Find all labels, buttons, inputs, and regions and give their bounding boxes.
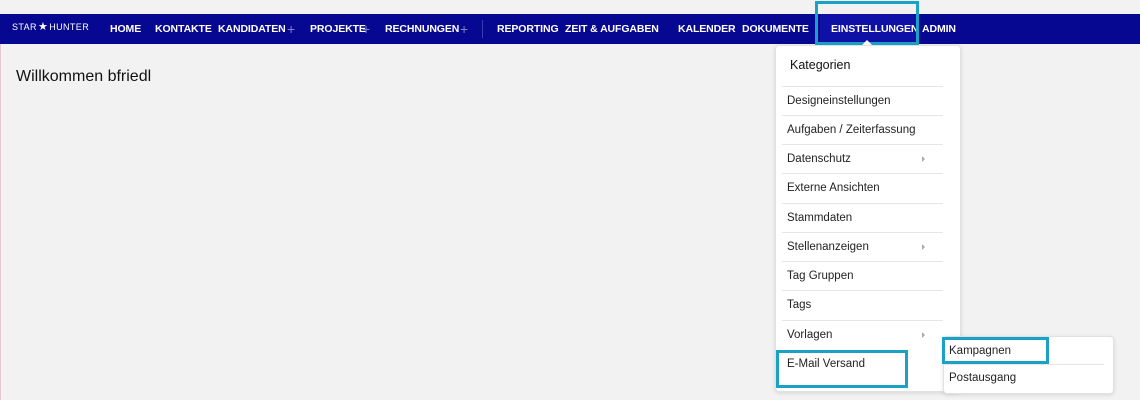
dropdown-header: Kategorien — [790, 58, 851, 72]
submenu-item-label: Postausgang — [949, 372, 1017, 384]
dropdown-item-label: Aufgaben / Zeiterfassung — [787, 124, 916, 136]
nav-home[interactable]: HOME — [110, 14, 141, 44]
rechnungen-plus-icon[interactable]: + — [460, 14, 468, 44]
nav-reporting[interactable]: REPORTING — [497, 14, 559, 44]
app-logo[interactable]: STAR ★ HUNTER — [12, 20, 90, 33]
submenu-item-postausgang[interactable]: Postausgang — [949, 365, 1016, 391]
dropdown-item-label: Designeinstellungen — [787, 95, 891, 107]
nav-einstellungen[interactable]: EINSTELLUNGEN — [831, 14, 918, 44]
dropdown-item-tag-gruppen[interactable]: Tag Gruppen — [782, 261, 943, 290]
logo-text-right: HUNTER — [49, 22, 90, 32]
dropdown-item-label: Externe Ansichten — [787, 182, 880, 194]
app-root: STAR ★ HUNTER HOME KONTAKTE KANDIDATEN +… — [0, 0, 1140, 400]
top-navigation-bar: STAR ★ HUNTER HOME KONTAKTE KANDIDATEN +… — [0, 14, 1140, 44]
dropdown-item-vorlagen[interactable]: Vorlagen — [782, 320, 943, 349]
nav-kontakte[interactable]: KONTAKTE — [155, 14, 212, 44]
dropdown-item-stammdaten[interactable]: Stammdaten — [782, 203, 943, 232]
nav-kalender[interactable]: KALENDER — [678, 14, 736, 44]
dropdown-item-designeinstellungen[interactable]: Designeinstellungen — [782, 86, 943, 115]
submenu-item-kampagnen[interactable]: Kampagnen — [949, 338, 1011, 364]
chevron-right-icon — [922, 332, 925, 338]
nav-dokumente[interactable]: DOKUMENTE — [742, 14, 809, 44]
dropdown-item-stellenanzeigen[interactable]: Stellenanzeigen — [782, 232, 943, 261]
submenu-item-label: Kampagnen — [949, 345, 1012, 357]
dropdown-item-tags[interactable]: Tags — [782, 290, 943, 319]
dropdown-item-externe-ansichten[interactable]: Externe Ansichten — [782, 173, 943, 202]
nav-kandidaten[interactable]: KANDIDATEN — [218, 14, 286, 44]
nav-separator — [482, 20, 483, 38]
chevron-right-icon — [922, 156, 925, 162]
nav-zeit-aufgaben[interactable]: ZEIT & AUFGABEN — [565, 14, 659, 44]
dropdown-item-label: Vorlagen — [787, 329, 833, 341]
nav-projekte[interactable]: PROJEKTE — [310, 14, 366, 44]
dropdown-item-label: E-Mail Versand — [787, 357, 865, 370]
welcome-heading: Willkommen bfriedl — [16, 68, 152, 85]
dropdown-item-label: Datenschutz — [787, 153, 851, 165]
dropdown-item-label: Tags — [787, 299, 812, 311]
left-accent-line — [0, 44, 1, 400]
dropdown-item-datenschutz[interactable]: Datenschutz — [782, 144, 943, 173]
dropdown-item-email-versand[interactable]: E-Mail Versand — [782, 349, 943, 378]
chevron-right-icon — [922, 244, 925, 250]
star-icon: ★ — [37, 20, 49, 33]
dropdown-item-aufgaben-zeiterfassung[interactable]: Aufgaben / Zeiterfassung — [782, 115, 943, 144]
dropdown-item-label: Stellenanzeigen — [787, 241, 869, 253]
dropdown-item-label: Stammdaten — [787, 212, 853, 224]
logo-text-left: STAR — [12, 22, 37, 32]
kandidaten-plus-icon[interactable]: + — [287, 14, 295, 44]
nav-rechnungen[interactable]: RECHNUNGEN — [385, 14, 459, 44]
projekte-plus-icon[interactable]: + — [362, 14, 370, 44]
nav-admin[interactable]: ADMIN — [922, 14, 956, 44]
dropdown-item-label: Tag Gruppen — [787, 270, 854, 282]
